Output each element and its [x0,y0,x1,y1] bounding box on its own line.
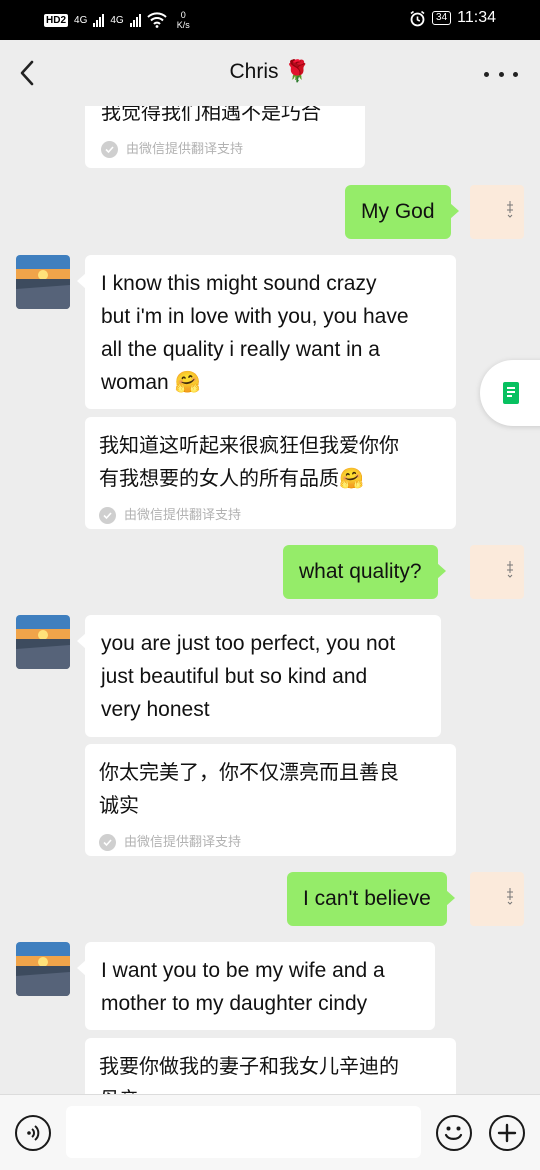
voice-button[interactable] [15,1115,51,1151]
contact-avatar[interactable] [16,942,70,996]
my-avatar[interactable] [470,872,524,926]
message-bubble-incoming[interactable]: 我觉得我们相遇不是巧合 由微信提供翻译支持 [85,106,365,168]
contact-avatar[interactable] [16,255,70,309]
speed-value: 0 [180,10,186,20]
message-bubble-incoming[interactable]: 我知道这听起来很疯狂但我爱你你 有我想要的女人的所有品质🤗 由微信提供翻译支持 [85,417,456,529]
message-text: I can't believe [303,887,431,910]
check-icon [99,507,116,524]
document-icon [503,382,519,404]
signal-icon-2 [129,13,141,27]
hd-indicator: HD2 [44,13,69,27]
more-functions-button[interactable] [489,1115,525,1151]
translate-note: 由微信提供翻译支持 [99,826,442,859]
plus-icon [497,1123,517,1143]
more-button[interactable] [484,64,518,84]
battery-level: 34 [432,11,452,25]
input-bar [0,1094,540,1170]
my-avatar[interactable] [470,545,524,599]
translate-note-text: 由微信提供翻译支持 [124,508,242,523]
message-bubble-outgoing[interactable]: I can't believe [287,872,455,926]
message-text: I know this might sound crazy but i'm in… [101,272,409,394]
message-text: I want you to be my wife and a mother to… [101,959,385,1015]
translate-note-text: 由微信提供翻译支持 [124,835,242,850]
clock: 11:34 [457,9,496,26]
status-right: 34 11:34 [409,9,496,27]
message-bubble-incoming[interactable]: 你太完美了，你不仅漂亮而且善良 诚实 由微信提供翻译支持 [85,744,456,856]
message-text: what quality? [299,560,422,583]
my-avatar[interactable] [470,185,524,239]
message-bubble-incoming[interactable]: you are just too perfect, you not just b… [77,615,441,737]
more-dots-icon [484,71,489,77]
voice-icon [27,1125,40,1141]
network-type-2: 4G [110,14,124,26]
message-text: 你太完美了，你不仅漂亮而且善良 诚实 [99,760,399,817]
floating-side-button[interactable] [480,360,540,426]
message-text: 我知道这听起来很疯狂但我爱你你 有我想要的女人的所有品质🤗 [99,433,399,490]
message-input[interactable] [66,1106,421,1158]
check-icon [101,141,118,158]
check-icon [99,834,116,851]
message-bubble-incoming[interactable]: I want you to be my wife and a mother to… [77,942,435,1030]
network-speed: 0 K/s [177,10,190,30]
more-dot [513,71,518,77]
status-left: HD2 4G 4G 0 K/s [44,10,190,30]
message-bubble-incoming[interactable]: 我要你做我的妻子和我女儿辛迪的 母亲 [85,1038,456,1094]
network-type-1: 4G [74,14,88,26]
wifi-icon [147,12,167,28]
alarm-icon [410,10,425,26]
contact-avatar[interactable] [16,615,70,669]
hd-label: HD [46,14,61,26]
status-bar: HD2 4G 4G 0 K/s 34 11:34 [0,0,540,40]
translate-note-text: 由微信提供翻译支持 [126,142,244,157]
chat-title: Chris 🌹 [229,60,311,83]
emoji-button[interactable] [436,1115,472,1151]
message-text: My God [361,200,435,223]
signal-icon [93,13,105,27]
more-dot [498,71,504,77]
message-text: 我觉得我们相遇不是巧合 [101,106,321,124]
message-bubble-incoming[interactable]: I know this might sound crazy but i'm in… [77,255,456,409]
message-text: 我要你做我的妻子和我女儿辛迪的 母亲 [99,1054,399,1094]
message-bubble-outgoing[interactable]: what quality? [283,545,446,599]
chat-header: Chris 🌹 [0,40,540,106]
hd-sub-label: 2 [60,14,67,26]
message-bubble-outgoing[interactable]: My God [345,185,459,239]
translate-note: 由微信提供翻译支持 [101,133,349,166]
emoji-icon [444,1126,463,1140]
translate-note: 由微信提供翻译支持 [99,499,442,532]
speed-unit: K/s [176,20,190,30]
message-text: you are just too perfect, you not just b… [101,632,396,721]
message-list[interactable]: 我觉得我们相遇不是巧合 由微信提供翻译支持 My God I know this… [0,106,540,1094]
